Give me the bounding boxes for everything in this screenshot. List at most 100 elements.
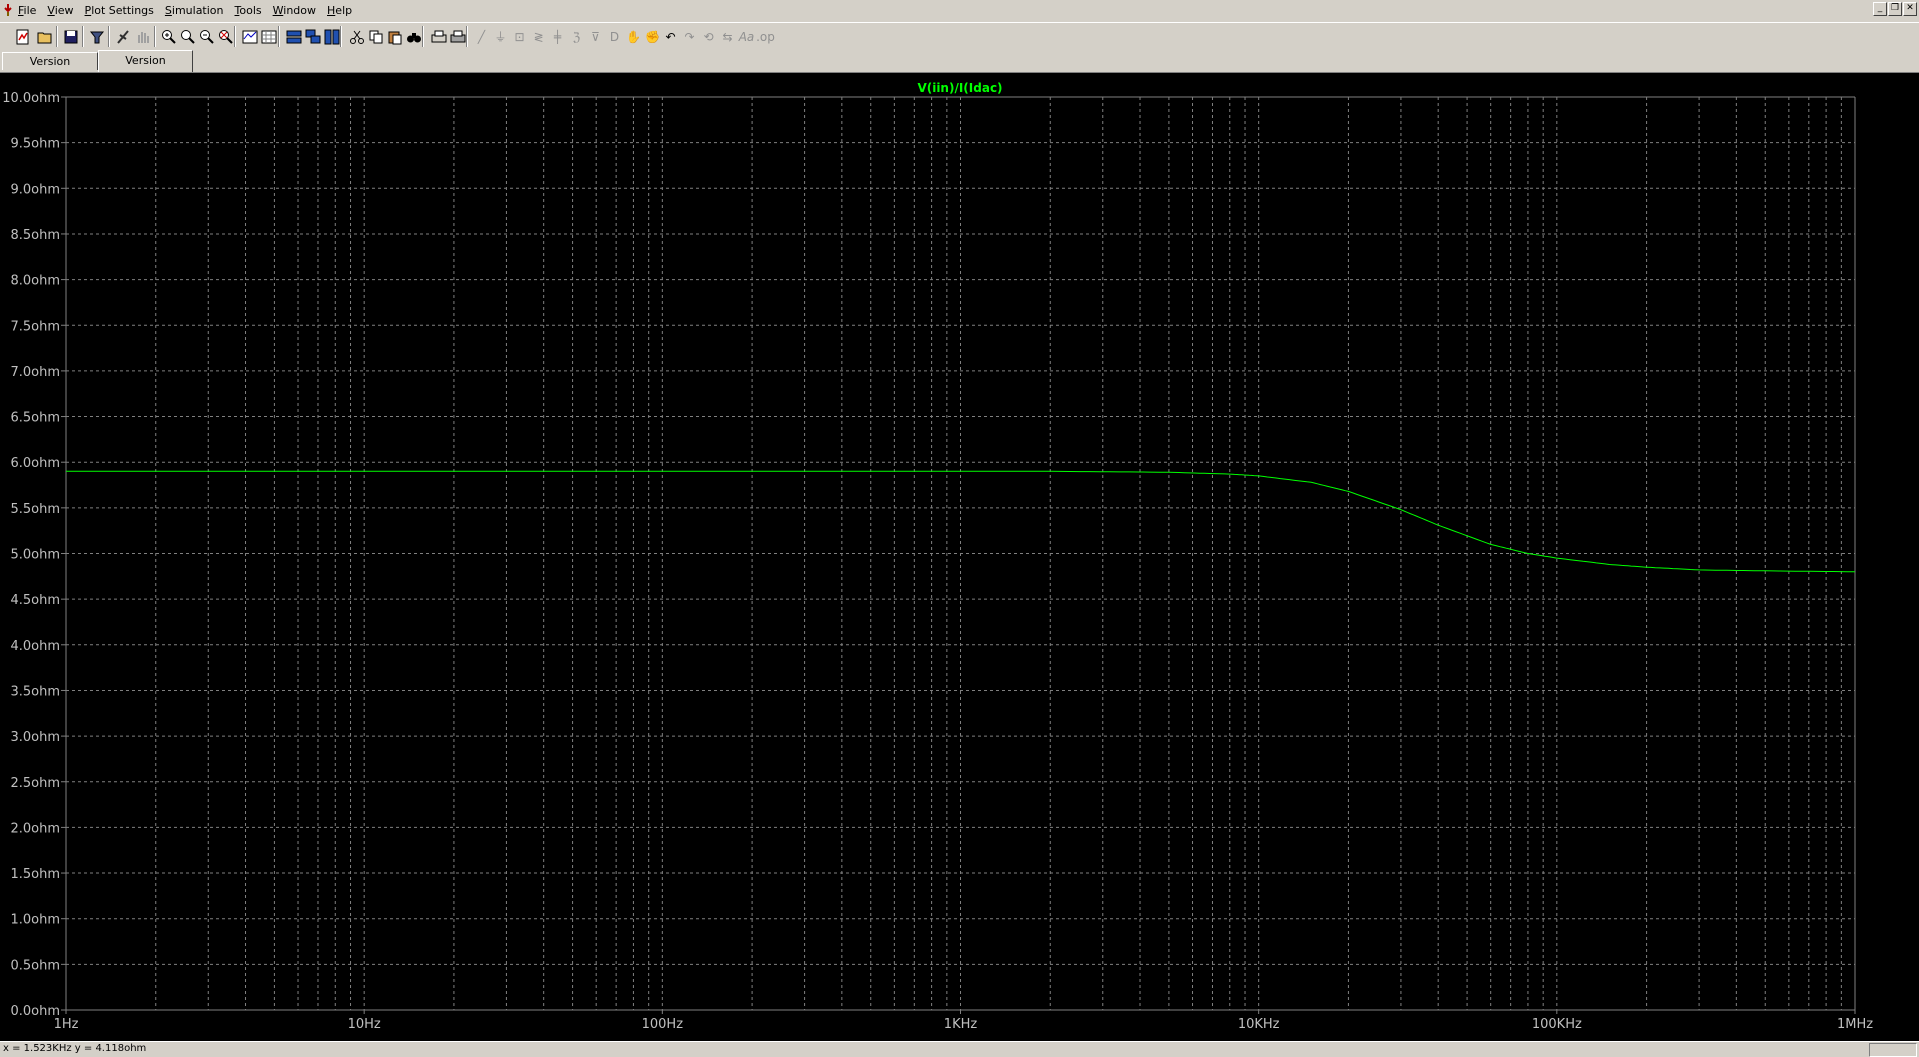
y-tick-label: 8.0ohm [10,274,60,289]
restore-icon[interactable]: ❐ [1888,2,1902,16]
plot-grid [61,96,1856,1014]
toolbar-separator [234,26,236,47]
zoom-full-icon[interactable] [215,26,236,47]
toolbar-separator [278,26,280,47]
y-tick-label: 8.5ohm [10,228,60,243]
y-tick-label: 3.0ohm [10,730,60,745]
x-tick-label: 100KHz [1532,1017,1582,1032]
x-tick-label: 10KHz [1238,1017,1280,1032]
document-tabs: Version PBen.asc Version PBen.asc [0,50,1919,87]
menu-file[interactable]: File [18,4,36,17]
save-icon[interactable] [60,26,81,47]
cascade-icon[interactable] [302,26,323,47]
resistor-icon[interactable]: ≷ [528,26,549,47]
wire-icon[interactable]: ╱ [471,26,492,47]
y-tick-label: 6.5ohm [10,411,60,426]
grid-icon[interactable] [258,26,279,47]
spice-directive-icon[interactable]: .op [755,26,776,47]
undo-icon[interactable]: ↶ [660,26,681,47]
y-tick-label: 1.5ohm [10,867,60,882]
trace-line[interactable] [66,470,1856,573]
menu-simulation[interactable]: Simulation [165,4,224,17]
y-axis: 10.0ohm 9.5ohm 9.0ohm 8.5ohm 8.0ohm 7.5ohm 7.0… [2,91,60,1019]
toolbar-separator [422,26,424,47]
y-tick-label: 1.0ohm [10,913,60,928]
y-tick-label: 10.0ohm [2,91,60,106]
inductor-icon[interactable]: ℨ [566,26,587,47]
ltspice-app-icon[interactable] [2,3,14,17]
paste-icon[interactable] [384,26,405,47]
y-tick-label: 4.0ohm [10,639,60,654]
x-tick-label: 10Hz [348,1017,381,1032]
open-icon[interactable] [34,26,55,47]
rotate-icon[interactable]: ⟲ [698,26,719,47]
minimize-icon[interactable]: _ [1873,2,1887,16]
print-icon[interactable] [447,26,468,47]
capacitor-icon[interactable]: ╪ [547,26,568,47]
menu-plot-settings[interactable]: Plot Settings [85,4,154,17]
toolbar: ╱ ⏚ ⊡ ≷ ╪ ℨ ⊽ D ✋ ✊ ↶ ↷ ⟲ ⇆ Aa .op [0,22,1919,51]
mirror-icon[interactable]: ⇆ [717,26,738,47]
find-icon[interactable] [403,26,424,47]
menu-help[interactable]: Help [327,4,352,17]
y-tick-label: 2.5ohm [10,776,60,791]
menu-items: File View Plot Settings Simulation Tools… [18,4,363,17]
waveform-plot[interactable]: V(iin)/I(Idac) 10.0ohm 9.5ohm 9.0ohm 8.5ohm… [0,73,1919,1041]
trace-label[interactable]: V(iin)/I(Idac) [917,81,1002,95]
y-tick-label: 5.5ohm [10,502,60,517]
menu-bar: File View Plot Settings Simulation Tools… [0,0,1919,22]
toolbar-separator [108,26,110,47]
toolbar-separator [340,26,342,47]
menu-tools[interactable]: Tools [235,4,262,17]
y-tick-label: 6.0ohm [10,456,60,471]
x-tick-label: 1Hz [54,1017,79,1032]
y-tick-label: 4.5ohm [10,593,60,608]
y-tick-label: 0.5ohm [10,958,60,973]
diode-icon[interactable]: ⊽ [585,26,606,47]
x-axis: 1Hz 10Hz 100Hz 1KHz 10KHz 100KHz 1MHz [54,1017,1874,1032]
new-schematic-icon[interactable] [12,26,33,47]
y-tick-label: 7.0ohm [10,365,60,380]
x-tick-label: 1MHz [1837,1017,1873,1032]
zoom-area-icon[interactable] [177,26,198,47]
y-tick-label: 9.5ohm [10,137,60,152]
tile-horizontal-icon[interactable] [283,26,304,47]
tab-waveform[interactable]: Version PBen.asc [98,50,193,87]
close-icon[interactable]: ✕ [1903,2,1917,16]
cut-icon[interactable] [346,26,367,47]
toolbar-separator [82,26,84,47]
menu-view[interactable]: View [47,4,73,17]
run-icon[interactable] [112,26,133,47]
y-tick-label: 7.5ohm [10,319,60,334]
window-controls: _ ❐ ✕ [1872,2,1917,16]
zoom-out-icon[interactable] [196,26,217,47]
y-tick-label: 5.0ohm [10,548,60,563]
y-tick-label: 0.0ohm [10,1004,60,1019]
plot-canvas[interactable]: V(iin)/I(Idac) 10.0ohm 9.5ohm 9.0ohm 8.5ohm… [0,73,1919,1041]
copy-icon[interactable] [365,26,386,47]
text-icon[interactable]: Aa [736,26,757,47]
move-icon[interactable]: ✋ [623,26,644,47]
toolbar-separator [56,26,58,47]
x-tick-label: 1KHz [944,1017,978,1032]
tile-vertical-icon[interactable] [321,26,342,47]
halt-icon[interactable] [132,26,153,47]
toolbar-separator [154,26,156,47]
label-icon[interactable]: ⊡ [509,26,530,47]
y-tick-label: 3.5ohm [10,684,60,699]
status-bar: x = 1.523KHz y = 4.118ohm [0,1041,1919,1057]
zoom-in-icon[interactable] [158,26,179,47]
ground-icon[interactable]: ⏚ [490,26,511,47]
toolbar-separator [466,26,468,47]
x-tick-label: 100Hz [642,1017,684,1032]
print-preview-icon[interactable] [428,26,449,47]
control-panel-icon[interactable] [86,26,107,47]
y-tick-label: 2.0ohm [10,821,60,836]
autorange-icon[interactable] [239,26,260,47]
redo-icon[interactable]: ↷ [679,26,700,47]
menu-window[interactable]: Window [273,4,316,17]
status-panel [1869,1043,1917,1057]
component-icon[interactable]: D [604,26,625,47]
cursor-coordinates: x = 1.523KHz y = 4.118ohm [3,1043,147,1054]
tab-schematic[interactable]: Version PBen.asc [2,52,98,86]
